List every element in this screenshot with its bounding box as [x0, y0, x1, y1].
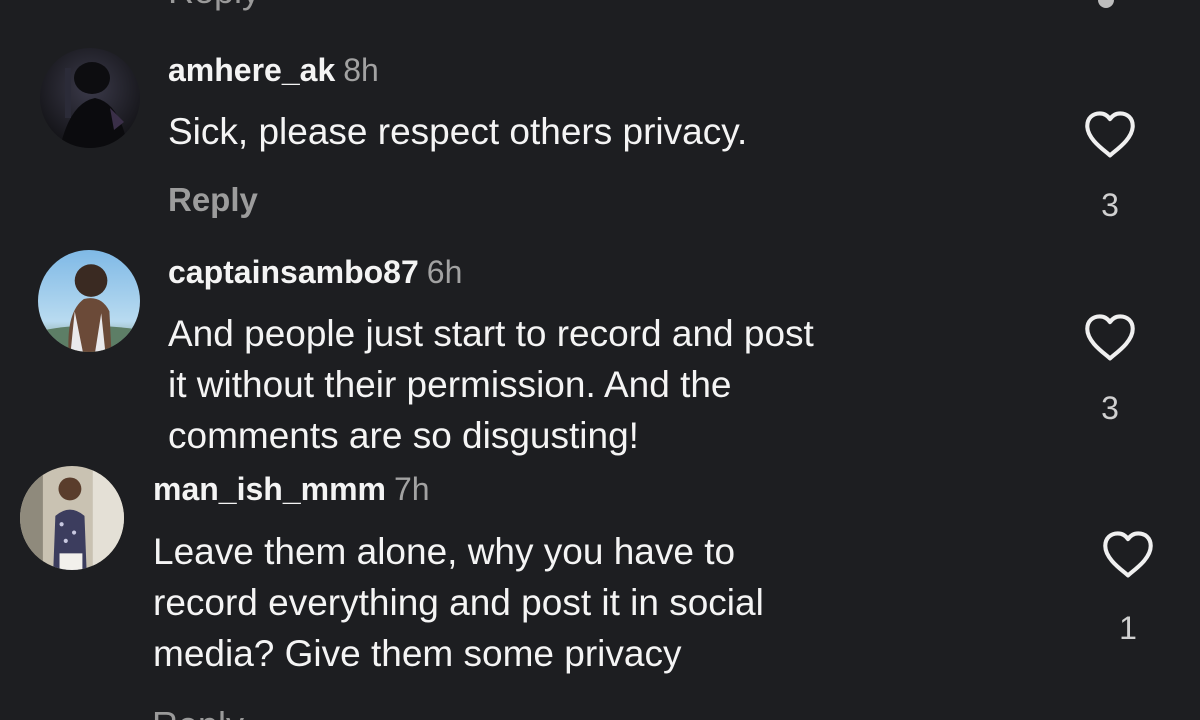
heart-outline-icon — [1085, 314, 1135, 361]
comment-header: captainsambo87 6h — [168, 252, 462, 292]
comment-header: man_ish_mmm 7h — [153, 469, 430, 509]
heart-outline-icon — [1103, 531, 1153, 578]
timestamp: 6h — [426, 254, 463, 290]
comment-line: And people just start to record and post — [168, 313, 814, 354]
comment-line: Sick, please respect others privacy. — [168, 111, 748, 152]
avatar[interactable] — [40, 48, 140, 148]
comment-line: comments are so disgusting! — [168, 415, 639, 456]
username[interactable]: amhere_ak — [168, 52, 335, 88]
like-button[interactable] — [1082, 110, 1138, 160]
timestamp: 7h — [393, 471, 430, 507]
avatar[interactable] — [38, 250, 140, 352]
comment-text: And people just start to record and post… — [168, 308, 814, 461]
avatar[interactable] — [20, 466, 124, 570]
heart-outline-icon — [1085, 111, 1135, 158]
like-button[interactable] — [1100, 530, 1156, 580]
like-button[interactable] — [1082, 313, 1138, 363]
comment-line: media? Give them some privacy — [153, 633, 682, 674]
like-count: 3 — [1101, 390, 1119, 426]
like-count: 1 — [1119, 610, 1137, 646]
previous-reply-link[interactable]: Reply — [168, 0, 260, 12]
comment-text: Sick, please respect others privacy. — [168, 106, 747, 157]
user-avatar-icon — [40, 48, 140, 148]
username[interactable]: captainsambo87 — [168, 254, 419, 290]
reply-button[interactable]: Reply — [152, 704, 244, 720]
reply-button[interactable]: Reply — [168, 181, 258, 219]
username[interactable]: man_ish_mmm — [153, 471, 386, 507]
comment-line: it without their permission. And the — [168, 364, 732, 405]
comment-text: Leave them alone, why you have to record… — [153, 526, 764, 679]
timestamp: 8h — [343, 52, 379, 88]
dot-icon — [1098, 0, 1114, 8]
comment-header: amhere_ak 8h — [168, 50, 379, 90]
comment-line: record everything and post it in social — [153, 582, 764, 623]
user-avatar-icon — [20, 466, 124, 570]
like-count: 3 — [1101, 187, 1119, 223]
comment-line: Leave them alone, why you have to — [153, 531, 736, 572]
user-avatar-icon — [38, 250, 140, 352]
